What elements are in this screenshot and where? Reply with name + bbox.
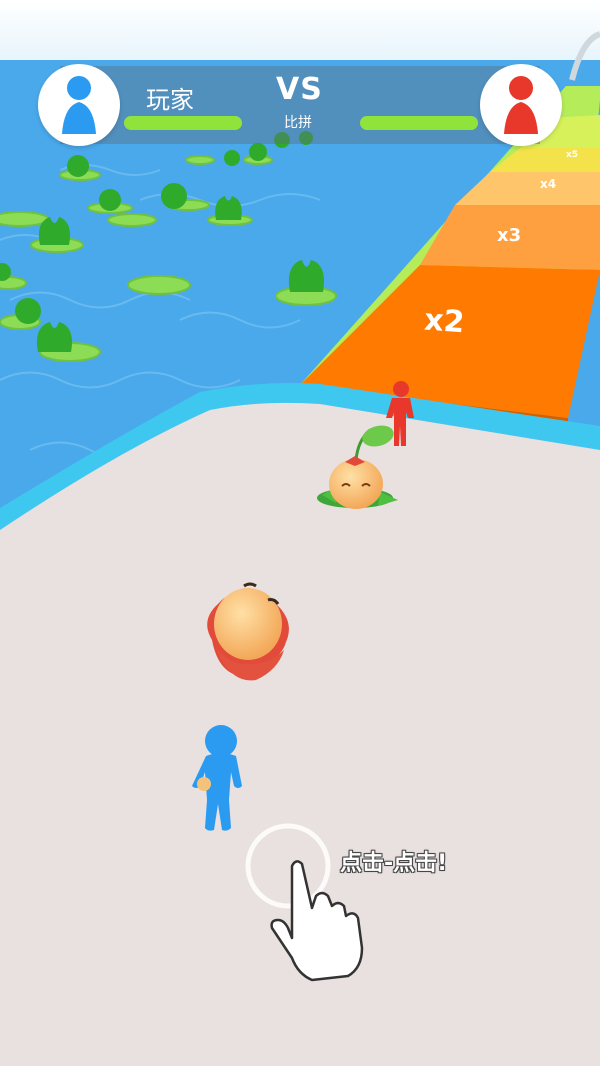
opponent-avatar	[480, 64, 562, 146]
player-progress-bar	[124, 116, 242, 130]
player-avatar	[38, 64, 120, 146]
vs-sub-label: 比拼	[284, 115, 312, 131]
player-avatar-icon	[62, 76, 96, 134]
opponent-avatar-icon	[504, 76, 538, 134]
player-name-label: 玩家	[146, 86, 194, 114]
player-progress-fill	[124, 116, 242, 130]
multiplier-label-x5: x5	[566, 150, 578, 160]
game-scene[interactable]: x2 x3 x4 x5	[0, 0, 600, 1066]
tap-hint-text: 点击-点击!	[340, 851, 448, 876]
opponent-progress-bar	[360, 116, 478, 130]
multiplier-label-x4: x4	[540, 177, 556, 191]
opponent-progress-fill	[360, 116, 478, 130]
multiplier-label-x3: x3	[497, 225, 521, 246]
multiplier-label-x2: x2	[423, 303, 466, 341]
vs-label: VS	[276, 72, 323, 107]
